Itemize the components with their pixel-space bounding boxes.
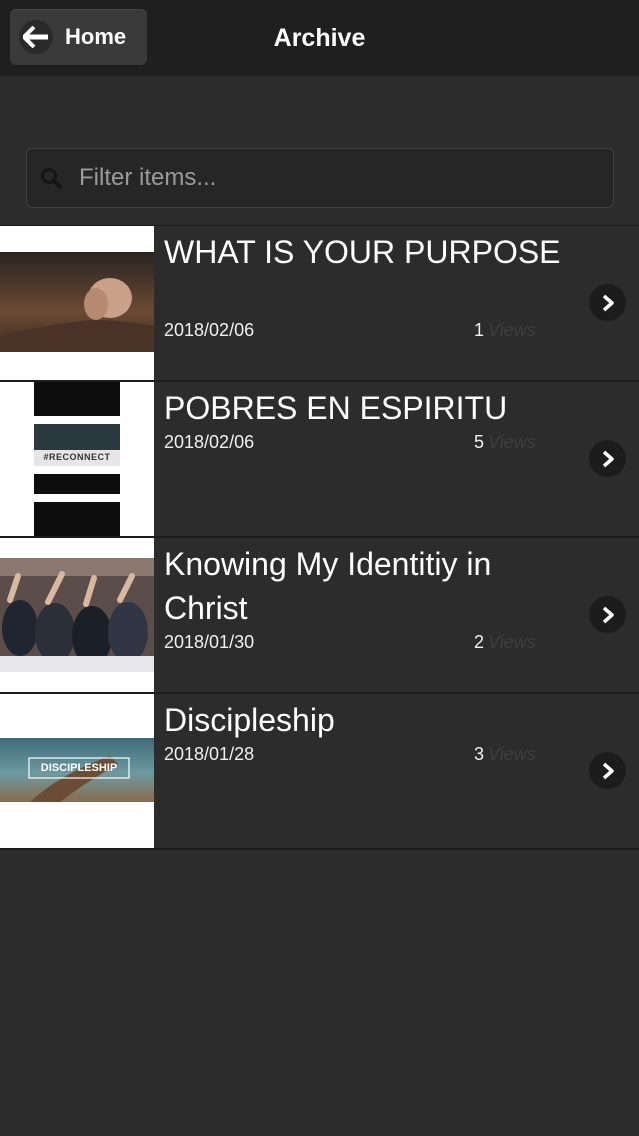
item-thumbnail — [0, 538, 154, 692]
filter-field[interactable] — [26, 148, 614, 208]
list-item[interactable]: Knowing My Identitiy in Christ 2018/01/3… — [0, 538, 639, 694]
view-count: 2 — [474, 632, 485, 652]
item-date: 2018/01/30 — [164, 632, 255, 652]
thumbnail-caption: #RECONNECT — [43, 452, 111, 462]
view-count: 3 — [474, 744, 485, 764]
views-label: Views — [488, 744, 536, 764]
thumbnail-caption: DISCIPLESHIP — [40, 762, 118, 774]
views-label: Views — [488, 432, 536, 452]
item-title: WHAT IS YOUR PURPOSE — [164, 234, 561, 270]
home-button-label: Home — [65, 24, 127, 49]
item-thumbnail — [0, 226, 154, 380]
chevron-right-icon[interactable] — [589, 284, 626, 321]
view-count: 5 — [474, 432, 485, 452]
item-views: 1 Views — [474, 320, 536, 341]
search-icon — [41, 168, 62, 189]
item-date: 2018/02/06 — [164, 320, 255, 340]
top-bar: Archive Home — [0, 0, 639, 76]
views-label: Views — [488, 632, 536, 652]
item-date: 2018/01/28 — [164, 744, 255, 764]
chevron-right-icon[interactable] — [589, 752, 626, 789]
item-thumbnail: #RECONNECT — [0, 382, 154, 536]
item-date: 2018/02/06 — [164, 432, 255, 452]
item-title: Discipleship — [164, 702, 335, 738]
item-title: Knowing My Identitiy in Christ — [164, 546, 492, 626]
item-thumbnail: DISCIPLESHIP — [0, 694, 154, 848]
item-title: POBRES EN ESPIRITU — [164, 390, 508, 426]
item-views: 5 Views — [474, 432, 536, 453]
chevron-right-icon[interactable] — [589, 440, 626, 477]
archive-list: WHAT IS YOUR PURPOSE 2018/02/06 1 Views #… — [0, 225, 639, 850]
item-views: 3 Views — [474, 744, 536, 765]
list-item[interactable]: WHAT IS YOUR PURPOSE 2018/02/06 1 Views — [0, 226, 639, 382]
item-views: 2 Views — [474, 632, 536, 653]
list-item[interactable]: #RECONNECT POBRES EN ESPIRITU 2018/02/06… — [0, 382, 639, 538]
chevron-right-icon[interactable] — [589, 596, 626, 633]
list-item[interactable]: DISCIPLESHIP Discipleship 2018/01/28 3 Vi… — [0, 694, 639, 850]
arrow-left-icon — [19, 20, 53, 54]
home-button[interactable]: Home — [10, 9, 147, 65]
view-count: 1 — [474, 320, 485, 340]
filter-input[interactable] — [77, 163, 613, 193]
views-label: Views — [488, 320, 536, 340]
